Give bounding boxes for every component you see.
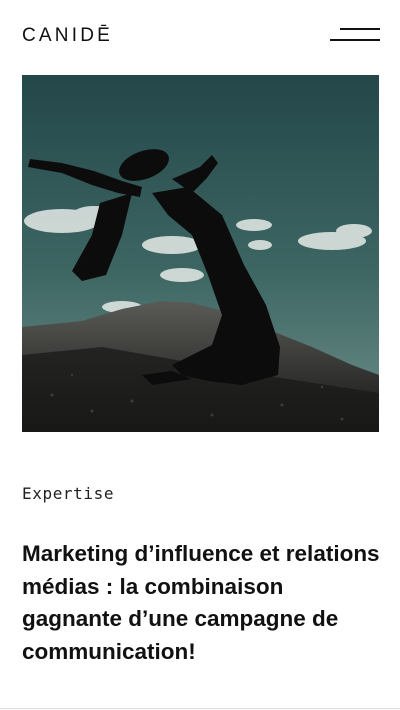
article-hero-image[interactable] (22, 75, 379, 432)
menu-line-bottom (330, 39, 380, 41)
site-logo[interactable]: CANIDĒ (22, 26, 113, 46)
site-header: CANIDĒ (0, 0, 400, 72)
article-title[interactable]: Marketing d’influence et relations média… (22, 538, 387, 668)
hero-photo-illustration (22, 75, 379, 432)
divider (0, 708, 400, 709)
article-category[interactable]: Expertise (22, 484, 114, 504)
menu-button[interactable] (326, 22, 386, 50)
menu-line-top (340, 28, 380, 30)
